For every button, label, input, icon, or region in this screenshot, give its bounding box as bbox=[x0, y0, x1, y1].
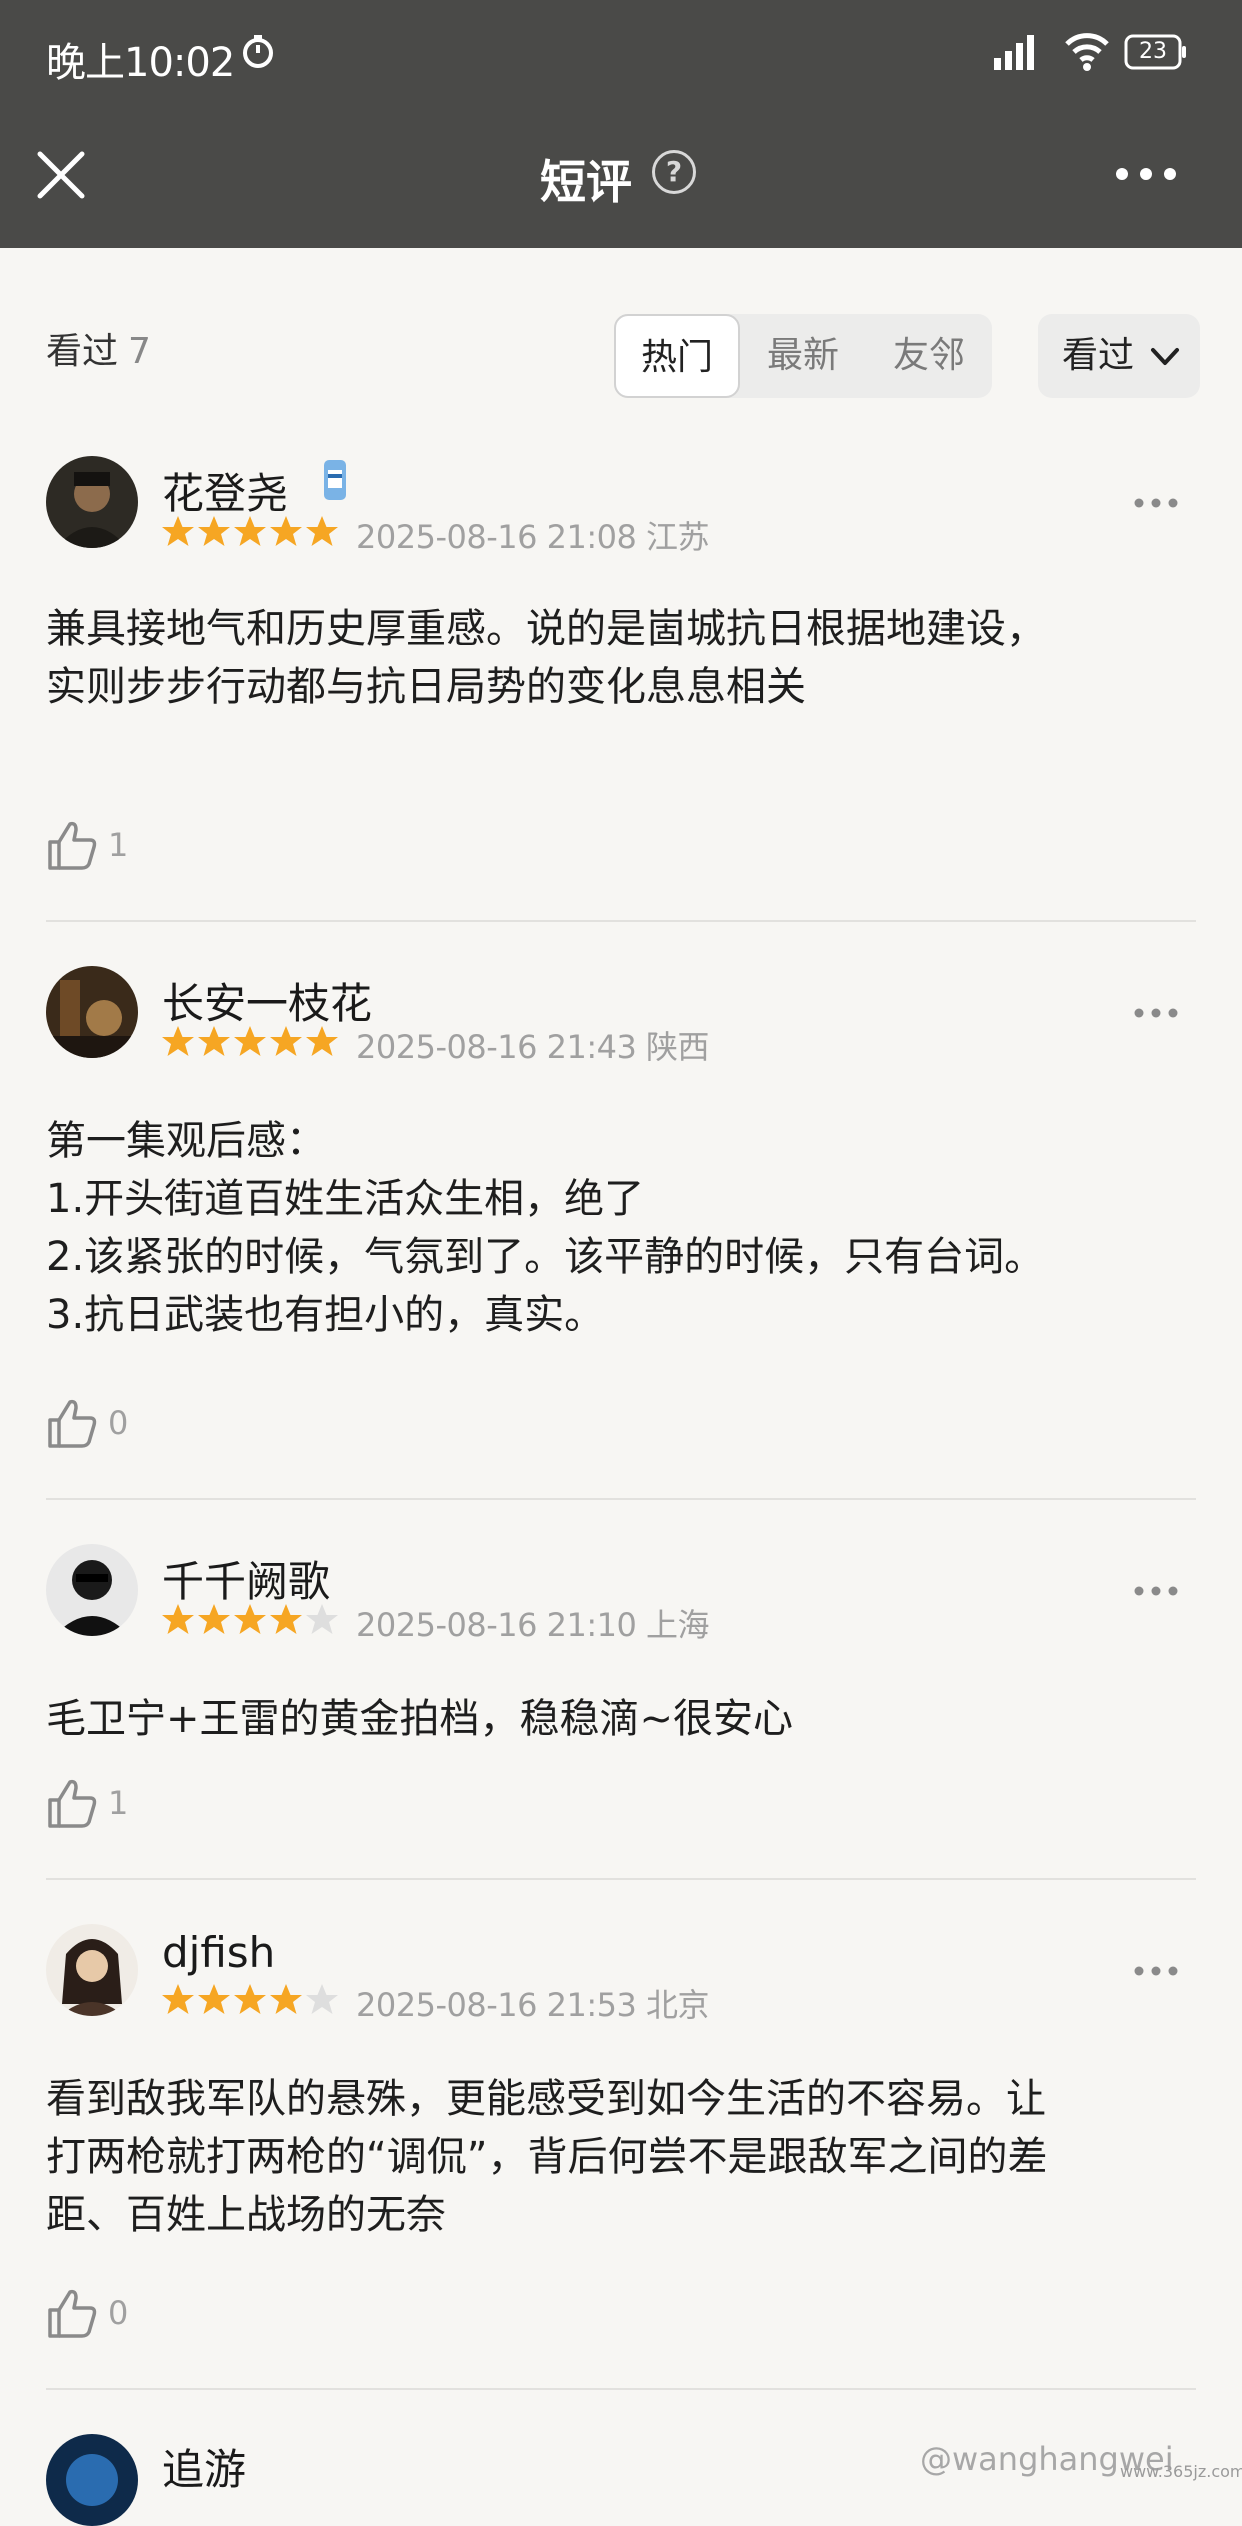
wifi-icon bbox=[1065, 33, 1109, 71]
badge-icon bbox=[324, 460, 346, 500]
more-icon[interactable] bbox=[1132, 1006, 1180, 1020]
thumbs-up-icon bbox=[48, 1399, 97, 1448]
watched-dropdown[interactable]: 看过 bbox=[1038, 314, 1200, 398]
help-icon[interactable]: ? bbox=[652, 150, 696, 194]
username[interactable]: 追游 bbox=[162, 2436, 246, 2497]
sort-tabs: 热门 最新 友邻 bbox=[614, 314, 992, 398]
review-text: 毛卫宁+王雷的黄金拍档，稳稳滴~很安心 bbox=[46, 1696, 794, 1742]
more-icon[interactable] bbox=[1132, 1584, 1180, 1598]
like-button[interactable]: 0 bbox=[46, 2286, 146, 2342]
more-icon[interactable] bbox=[1132, 1964, 1180, 1978]
tab-friends[interactable]: 友邻 bbox=[866, 314, 992, 398]
like-button[interactable]: 0 bbox=[46, 1396, 146, 1452]
more-icon[interactable] bbox=[1132, 496, 1180, 510]
top-bar: 晚上10:02 23 短评 ? bbox=[0, 0, 1242, 248]
username[interactable]: 千千阙歌 bbox=[162, 1548, 330, 1609]
battery-level: 23 bbox=[1139, 39, 1167, 64]
watermark-url: www.365jz.com bbox=[1120, 2462, 1242, 2481]
username[interactable]: djfish bbox=[162, 1928, 275, 1977]
thumbs-up-icon bbox=[48, 2289, 97, 2338]
review-location: 江苏 bbox=[646, 518, 710, 556]
like-count: 1 bbox=[108, 826, 129, 864]
timer-icon bbox=[243, 35, 273, 68]
review-location: 北京 bbox=[646, 1986, 710, 2024]
review-location: 上海 bbox=[646, 1606, 710, 1644]
watched-dropdown-label: 看过 bbox=[1062, 335, 1135, 376]
avatar[interactable] bbox=[46, 456, 138, 548]
avatar[interactable] bbox=[46, 966, 138, 1058]
like-count: 0 bbox=[108, 1404, 129, 1442]
chevron-down-icon bbox=[1151, 348, 1179, 365]
tab-hot[interactable]: 热门 bbox=[614, 314, 740, 398]
review-time: 2025-08-16 21:10 bbox=[356, 1606, 637, 1644]
username[interactable]: 长安一枝花 bbox=[162, 970, 372, 1031]
avatar[interactable] bbox=[46, 1924, 138, 2016]
review-time: 2025-08-16 21:43 bbox=[356, 1028, 637, 1066]
avatar[interactable] bbox=[46, 2434, 138, 2526]
star-rating bbox=[162, 1604, 338, 1634]
review-text: 第一集观后感： 1.开头街道百姓生活众生相，绝了 2.该紧张的时候，气氛到了。该… bbox=[46, 1118, 1045, 1338]
like-count: 0 bbox=[108, 2294, 129, 2332]
like-button[interactable]: 1 bbox=[46, 1776, 146, 1832]
avatar[interactable] bbox=[46, 1544, 138, 1636]
star-rating bbox=[162, 1984, 338, 2014]
divider bbox=[46, 1878, 1196, 1880]
thumbs-up-icon bbox=[48, 821, 97, 870]
review-time: 2025-08-16 21:08 bbox=[356, 518, 637, 556]
signal-icon bbox=[994, 35, 1034, 70]
review-time: 2025-08-16 21:53 bbox=[356, 1986, 637, 2024]
more-icon[interactable] bbox=[1112, 156, 1180, 192]
review-text: 兼具接地气和历史厚重感。说的是崮城抗日根据地建设， 实则步步行动都与抗日局势的变… bbox=[46, 606, 1046, 710]
like-count: 1 bbox=[108, 1784, 129, 1822]
divider bbox=[46, 1498, 1196, 1500]
review-meta: 2025-08-16 21:43 陕西 bbox=[356, 1022, 710, 1068]
review-meta: 2025-08-16 21:08 江苏 bbox=[356, 512, 710, 558]
star-rating bbox=[162, 1026, 338, 1056]
star-rating bbox=[162, 516, 338, 546]
status-time: 晚上10:02 bbox=[46, 40, 235, 86]
review-text: 看到敌我军队的悬殊，更能感受到如今生活的不容易。让 打两枪就打两枪的“调侃”，背… bbox=[46, 2076, 1048, 2238]
review-meta: 2025-08-16 21:53 北京 bbox=[356, 1980, 710, 2026]
close-icon[interactable] bbox=[34, 148, 88, 202]
tab-latest[interactable]: 最新 bbox=[740, 314, 866, 398]
review-location: 陕西 bbox=[646, 1028, 710, 1066]
username[interactable]: 花登尧 bbox=[162, 460, 288, 521]
watched-number: 7 bbox=[128, 331, 151, 372]
page-title: 短评 bbox=[540, 155, 632, 209]
watched-count: 看过 7 bbox=[46, 322, 151, 374]
review-meta: 2025-08-16 21:10 上海 bbox=[356, 1600, 710, 1646]
like-button[interactable]: 1 bbox=[46, 818, 146, 874]
thumbs-up-icon bbox=[48, 1779, 97, 1828]
watched-label: 看过 bbox=[46, 331, 119, 372]
divider bbox=[46, 2388, 1196, 2390]
divider bbox=[46, 920, 1196, 922]
